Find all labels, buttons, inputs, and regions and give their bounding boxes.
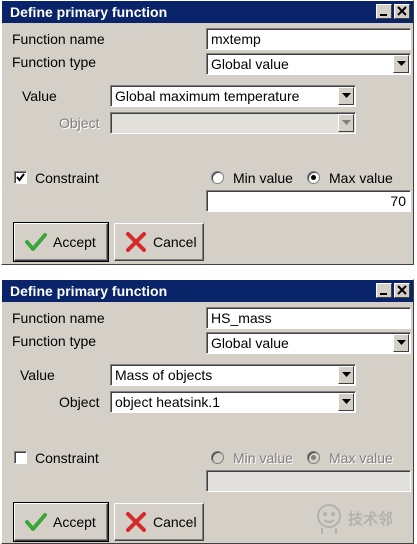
function-type-value: Global value [211,335,289,351]
close-button[interactable] [394,283,410,298]
function-name-label: Function name [12,31,105,47]
function-type-select[interactable]: Global value [206,53,411,75]
accept-label: Accept [53,514,96,530]
cancel-label: Cancel [153,514,197,530]
close-x-icon [126,232,146,252]
close-icon [397,285,407,295]
object-select [110,112,356,134]
minimize-icon [380,14,387,16]
object-value: object heatsink.1 [115,394,221,410]
object-label: Object [59,115,100,131]
dialog-title: Define primary function [10,4,168,20]
minimize-button[interactable] [376,4,392,19]
constraint-checkbox[interactable] [14,451,27,464]
value-value: Global maximum temperature [115,88,300,104]
chevron-down-icon [397,340,406,345]
function-name-label: Function name [12,310,105,326]
function-type-dropdown-button[interactable] [393,55,409,73]
close-button[interactable] [394,4,410,19]
value-dropdown-button[interactable] [338,366,354,384]
mascot-icon [317,504,341,534]
title-bar[interactable]: Define primary function [2,1,413,23]
dialog-title: Define primary function [10,283,168,299]
chevron-down-icon [342,93,351,98]
accept-button[interactable]: Accept [13,222,109,262]
constraint-label: Constraint [35,170,99,186]
title-bar[interactable]: Define primary function [2,280,413,302]
chevron-down-icon [397,61,406,66]
object-dropdown-button [338,114,354,132]
cancel-button[interactable]: Cancel [114,503,204,541]
max-value-label: Max value [329,450,393,466]
minimize-icon [380,293,387,295]
watermark-text: 技术邻 [348,511,394,528]
chevron-down-icon [342,372,351,377]
function-name-input[interactable]: HS_mass [206,307,411,329]
radio-selected-dot [311,175,316,180]
value-select[interactable]: Global maximum temperature [110,85,356,107]
max-value-label: Max value [329,170,393,186]
object-label: Object [59,394,100,410]
function-type-label: Function type [12,333,97,349]
function-type-label: Function type [12,54,97,70]
object-dropdown-button[interactable] [338,393,354,411]
constraint-label: Constraint [35,450,99,466]
accept-button[interactable]: Accept [13,502,109,542]
min-value-label: Min value [233,170,293,186]
value-label: Value [20,367,55,383]
cancel-button[interactable]: Cancel [114,223,204,261]
function-name-input[interactable]: mxtemp [206,28,411,50]
min-value-radio [211,451,224,464]
function-type-dropdown-button[interactable] [393,334,409,352]
checkmark-icon [16,173,25,182]
value-value: Mass of objects [115,367,213,383]
checkmark-icon [25,233,47,251]
bound-value-input [206,470,411,492]
close-icon [397,6,407,16]
close-x-icon [126,512,146,532]
max-value-radio[interactable] [307,171,320,184]
cancel-label: Cancel [153,234,197,250]
object-select[interactable]: object heatsink.1 [110,391,356,413]
bound-value-input[interactable]: 70 [206,190,411,212]
function-type-value: Global value [211,56,289,72]
function-type-select[interactable]: Global value [206,332,411,354]
chevron-down-icon [342,399,351,404]
checkmark-icon [25,513,47,531]
constraint-checkbox[interactable] [14,171,27,184]
radio-selected-dot [311,455,316,460]
minimize-button[interactable] [376,283,392,298]
value-dropdown-button[interactable] [338,87,354,105]
min-value-radio[interactable] [211,171,224,184]
value-select[interactable]: Mass of objects [110,364,356,386]
define-primary-function-dialog-1: Define primary function Function name mx… [1,0,414,265]
max-value-radio [307,451,320,464]
watermark: 技术邻 [312,500,412,540]
min-value-label: Min value [233,450,293,466]
accept-label: Accept [53,234,96,250]
value-label: Value [22,88,57,104]
chevron-down-icon [342,120,351,125]
